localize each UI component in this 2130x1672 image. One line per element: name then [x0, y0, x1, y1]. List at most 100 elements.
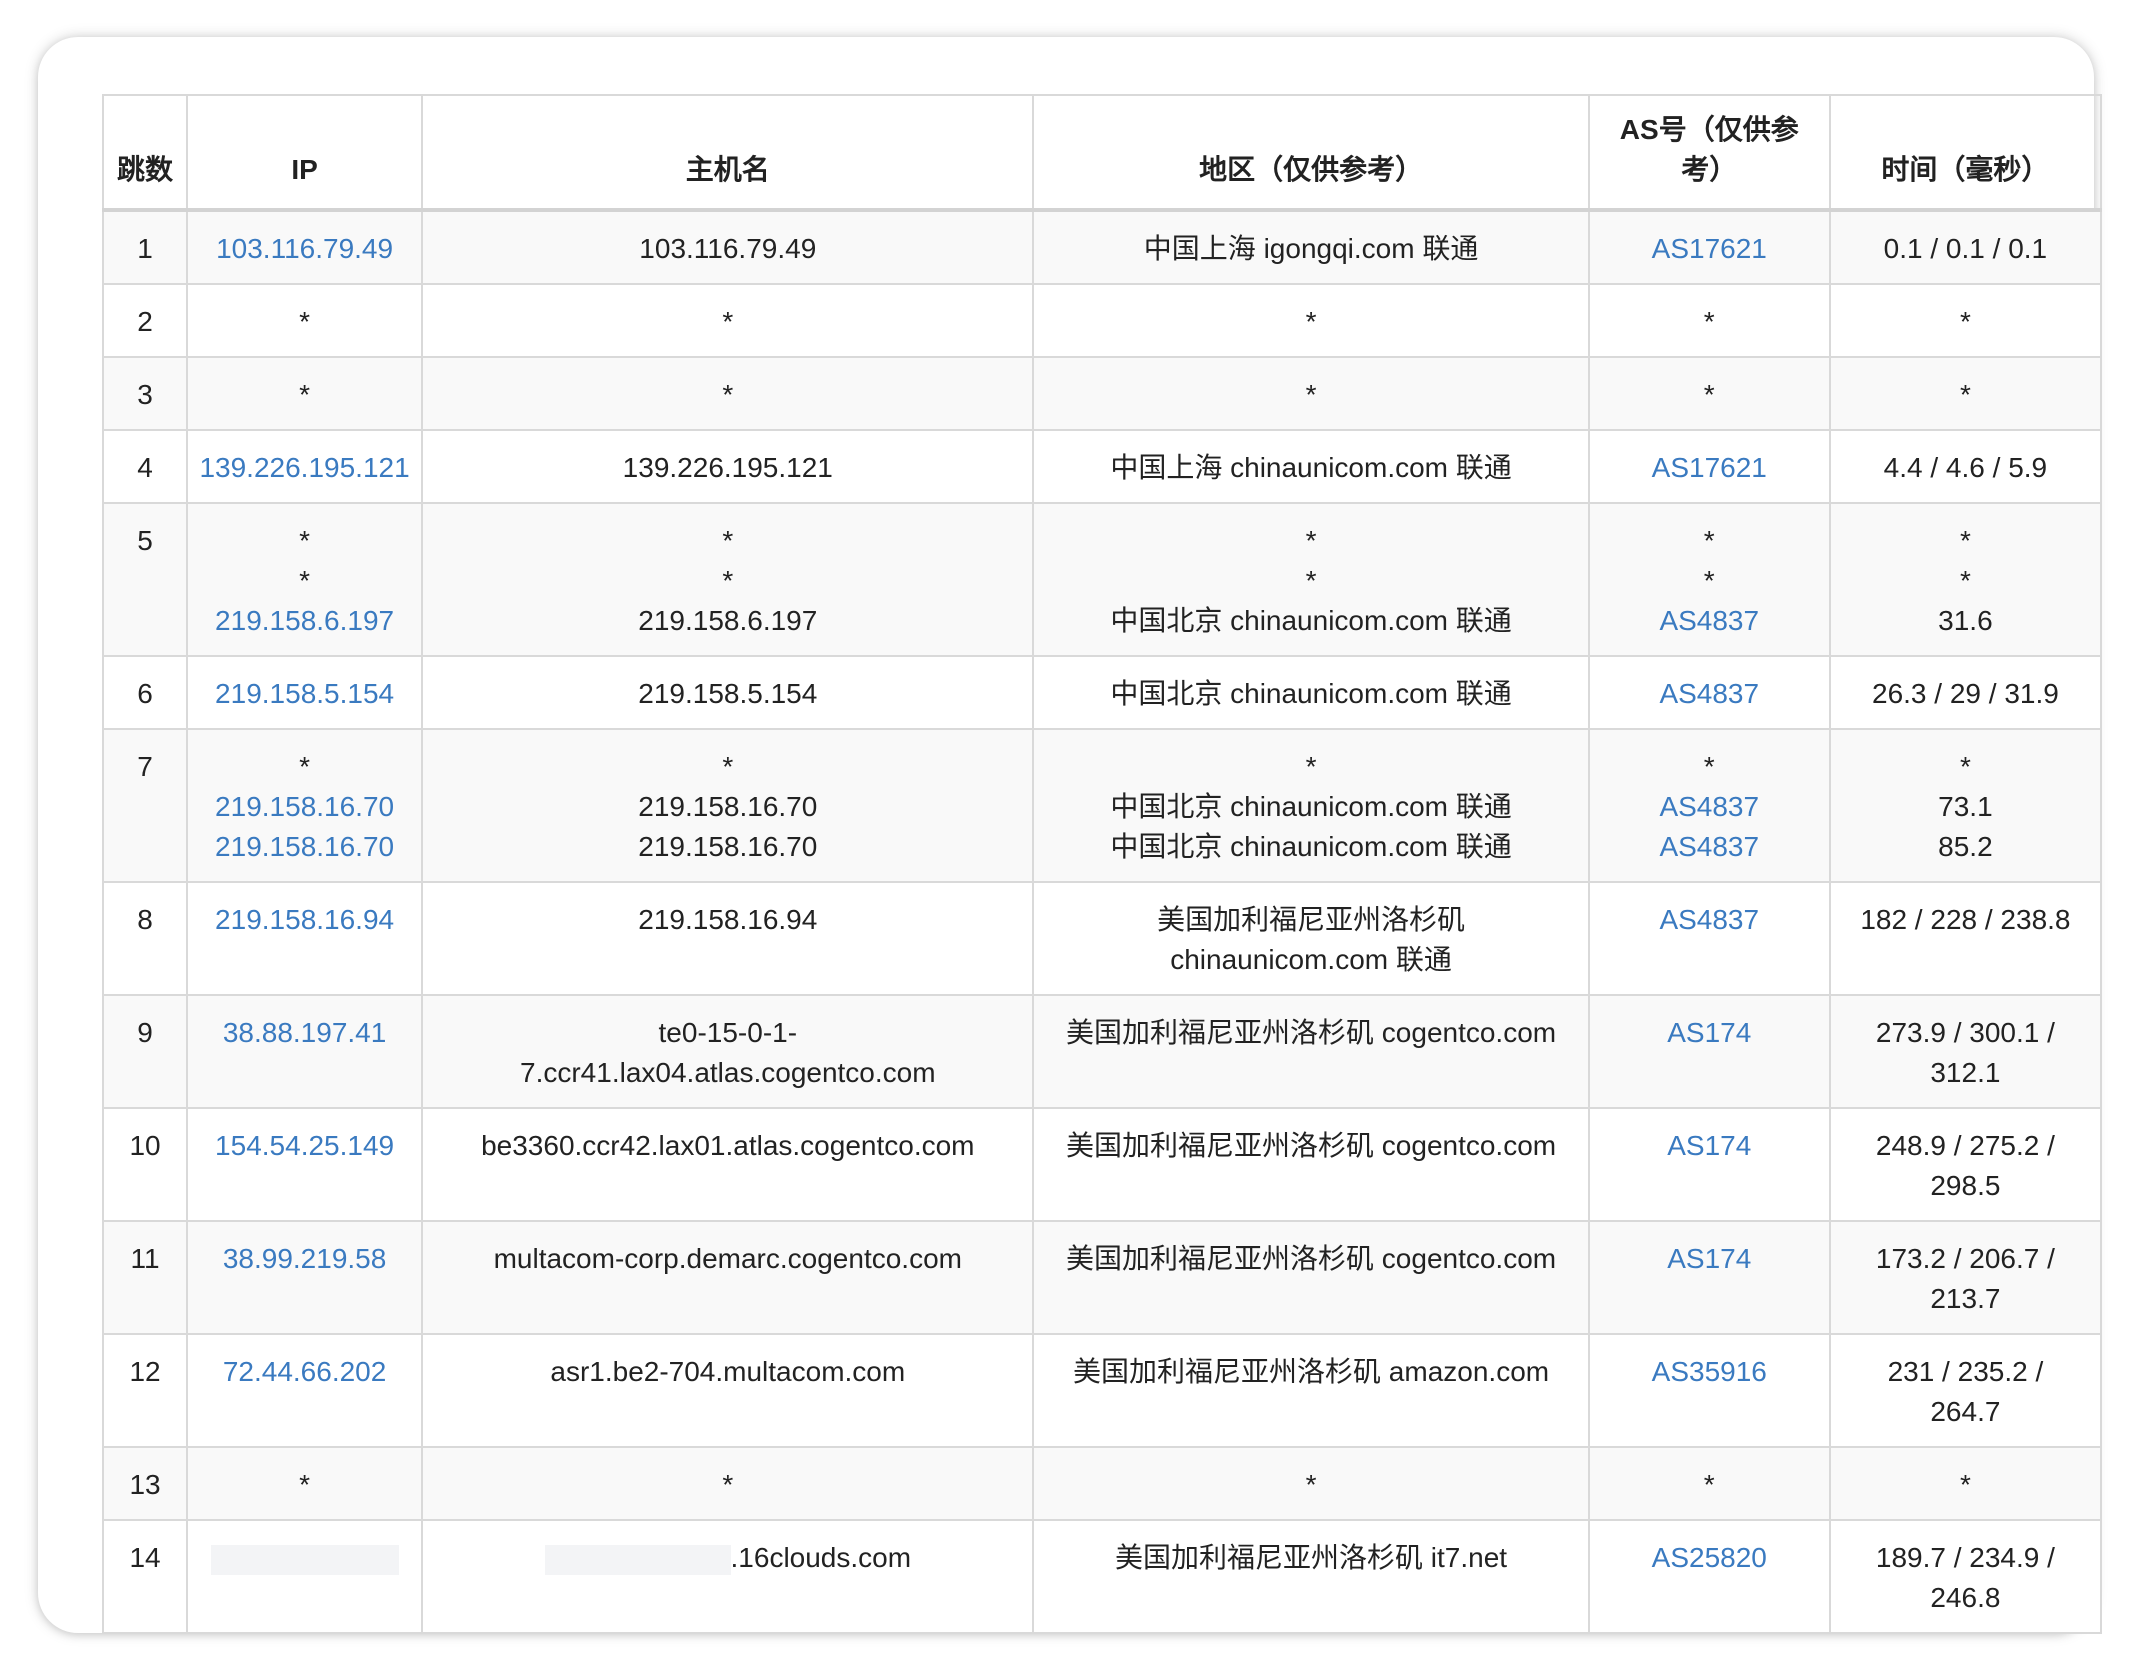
- asn-link[interactable]: AS174: [1596, 1239, 1823, 1279]
- ip-link[interactable]: 139.226.195.121: [194, 448, 415, 488]
- hop-number: 11: [130, 1243, 160, 1274]
- region-text: 中国北京 chinaunicom.com 联通: [1110, 678, 1512, 709]
- asn-link[interactable]: AS25820: [1596, 1538, 1823, 1578]
- asn-cell: *: [1587, 1446, 1831, 1521]
- hop-cell: 6: [101, 655, 189, 730]
- region-cell: 中国上海 igongqi.com 联通: [1032, 209, 1590, 285]
- region-cell: * * 中国北京 chinaunicom.com 联通: [1032, 502, 1590, 657]
- ip-link[interactable]: 219.158.6.197: [194, 601, 415, 641]
- region-cell: 中国上海 chinaunicom.com 联通: [1032, 429, 1590, 504]
- traceroute-table: 跳数 IP 主机名 地区（仅供参考） AS号（仅供参考） 时间（毫秒） 1 103…: [101, 94, 2103, 1634]
- time-text: 312.1: [1930, 1057, 2001, 1088]
- time-text: 31.6: [1938, 605, 1993, 636]
- region-cell: *: [1032, 356, 1590, 431]
- time-text: 182 / 228 / 238.8: [1860, 904, 2071, 935]
- hop-number: 2: [137, 306, 153, 337]
- ip-link: *: [299, 379, 311, 410]
- asn-link[interactable]: AS4837: [1596, 787, 1823, 827]
- ip-link[interactable]: 219.158.16.94: [194, 900, 415, 940]
- time-cell: *: [1828, 356, 2103, 431]
- asn-cell: AS35916: [1587, 1333, 1831, 1448]
- time-cell: 182 / 228 / 238.8: [1828, 881, 2103, 996]
- asn-cell: AS4837: [1587, 655, 1831, 730]
- hop-cell: 14: [101, 1519, 189, 1634]
- asn-link[interactable]: AS174: [1596, 1126, 1823, 1166]
- ip-link[interactable]: 38.88.197.41: [194, 1013, 415, 1053]
- asn-link[interactable]: AS4837: [1596, 674, 1823, 714]
- region-cell: 美国加利福尼亚州洛杉矶 amazon.com: [1032, 1333, 1590, 1448]
- hostname-text: 139.226.195.121: [622, 452, 833, 483]
- ip-link[interactable]: 219.158.16.70: [194, 787, 415, 827]
- asn-link[interactable]: AS4837: [1596, 601, 1823, 641]
- hop-number: 1: [137, 233, 153, 264]
- ip-link: *: [299, 751, 311, 782]
- ip-cell: 139.226.195.121: [186, 429, 424, 504]
- table-row: 11 38.99.219.58 multacom-corp.demarc.cogen…: [101, 1220, 2103, 1335]
- hostname-text: 219.158.16.94: [638, 904, 818, 935]
- asn-link[interactable]: AS4837: [1596, 900, 1823, 940]
- hostname-cell: *: [421, 283, 1035, 358]
- asn-link[interactable]: AS174: [1596, 1013, 1823, 1053]
- asn-link: *: [1703, 306, 1715, 337]
- region-cell: 美国加利福尼亚州洛杉矶 chinaunicom.com 联通: [1032, 881, 1590, 996]
- hostname-cell: 139.226.195.121: [421, 429, 1035, 504]
- region-text: 中国上海 igongqi.com 联通: [1143, 233, 1479, 264]
- asn-link: *: [1703, 1469, 1715, 1500]
- asn-link: *: [1703, 565, 1715, 596]
- table-row: 10 154.54.25.149 be3360.ccr42.lax01.atlas.…: [101, 1107, 2103, 1222]
- hop-cell: 5: [101, 502, 189, 657]
- region-cell: 美国加利福尼亚州洛杉矶 cogentco.com: [1032, 1220, 1590, 1335]
- region-text: 美国加利福尼亚州洛杉矶 it7.net: [1115, 1542, 1508, 1573]
- table-row: 5 * * 219.158.6.197 * * 219.158.6.197 * * 中国北京 ch…: [101, 502, 2103, 657]
- region-text: *: [1305, 751, 1317, 782]
- hostname-cell: 219.158.16.94: [421, 881, 1035, 996]
- region-cell: 美国加利福尼亚州洛杉矶 it7.net: [1032, 1519, 1590, 1634]
- time-cell: 248.9 / 275.2 / 298.5: [1828, 1107, 2103, 1222]
- hostname-cell: multacom-corp.demarc.cogentco.com: [421, 1220, 1035, 1335]
- asn-link[interactable]: AS35916: [1596, 1352, 1823, 1392]
- ip-link[interactable]: 72.44.66.202: [194, 1352, 415, 1392]
- time-cell: 273.9 / 300.1 / 312.1: [1828, 994, 2103, 1109]
- hostname-text: 219.158.16.70: [638, 831, 818, 862]
- hop-number: 3: [137, 379, 153, 410]
- ip-cell: 103.116.79.49: [186, 209, 424, 285]
- hostname-cell: *: [421, 1446, 1035, 1521]
- ip-cell: *: [186, 283, 424, 358]
- time-text: 298.5: [1930, 1170, 2001, 1201]
- asn-link[interactable]: AS17621: [1596, 229, 1823, 269]
- region-text: 美国加利福尼亚州洛杉矶: [1157, 904, 1466, 935]
- ip-link[interactable]: 103.116.79.49: [194, 229, 415, 269]
- ip-link[interactable]: 219.158.16.70: [194, 827, 415, 867]
- region-cell: *: [1032, 283, 1590, 358]
- hop-number: 13: [129, 1469, 161, 1500]
- asn-cell: *: [1587, 356, 1831, 431]
- region-text: 美国加利福尼亚州洛杉矶 cogentco.com: [1066, 1130, 1557, 1161]
- region-cell: 美国加利福尼亚州洛杉矶 cogentco.com: [1032, 994, 1590, 1109]
- ip-link[interactable]: 219.158.5.154: [194, 674, 415, 714]
- asn-link: *: [1703, 751, 1715, 782]
- region-cell: 美国加利福尼亚州洛杉矶 cogentco.com: [1032, 1107, 1590, 1222]
- time-text: 264.7: [1930, 1396, 2001, 1427]
- time-text: 173.2 / 206.7 /: [1875, 1243, 2055, 1274]
- time-text: *: [1959, 565, 1971, 596]
- ip-cell: 154.54.25.149: [186, 1107, 424, 1222]
- hop-cell: 11: [101, 1220, 189, 1335]
- hostname-text: 103.116.79.49: [639, 233, 817, 264]
- ip-link[interactable]: 154.54.25.149: [194, 1126, 415, 1166]
- ip-cell: *: [186, 1446, 424, 1521]
- header-region: 地区（仅供参考）: [1032, 94, 1590, 212]
- table-row: 12 72.44.66.202 asr1.be2-704.multacom.com 美…: [101, 1333, 2103, 1448]
- asn-link[interactable]: AS4837: [1596, 827, 1823, 867]
- ip-link[interactable]: 38.99.219.58: [194, 1239, 415, 1279]
- hostname-cell: *: [421, 356, 1035, 431]
- hop-number: 5: [137, 525, 153, 556]
- hop-cell: 7: [101, 728, 189, 883]
- region-text: *: [1305, 1469, 1317, 1500]
- table-row: 2 * * * * *: [101, 283, 2103, 358]
- time-text: 248.9 / 275.2 /: [1875, 1130, 2055, 1161]
- hostname-text: 219.158.16.70: [638, 791, 818, 822]
- asn-link[interactable]: AS17621: [1596, 448, 1823, 488]
- asn-cell: AS25820: [1587, 1519, 1831, 1634]
- result-card: 跳数 IP 主机名 地区（仅供参考） AS号（仅供参考） 时间（毫秒） 1 103…: [38, 37, 2103, 1634]
- time-text: 231 / 235.2 /: [1887, 1356, 2044, 1387]
